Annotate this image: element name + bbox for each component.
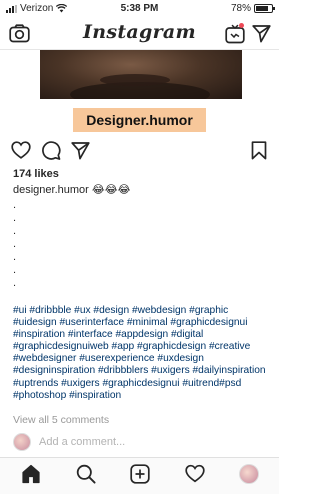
caption-dot: . — [13, 238, 17, 250]
commenter-avatar — [13, 433, 31, 451]
caption-emojis: 😂😂😂 — [91, 184, 131, 196]
battery-fill — [256, 6, 268, 11]
caption-dot: . — [13, 251, 17, 263]
comment-icon[interactable] — [41, 141, 61, 160]
add-post-icon[interactable] — [130, 464, 150, 484]
post-actions — [0, 138, 279, 164]
add-comment-input[interactable]: Add a comment... — [39, 436, 125, 448]
home-icon[interactable] — [21, 464, 41, 484]
status-bar: Verizon 5:38 PM 78% — [0, 0, 279, 18]
direct-message-icon[interactable] — [252, 24, 271, 43]
status-right: 78% — [230, 3, 275, 14]
like-heart-icon[interactable] — [11, 141, 31, 159]
search-icon[interactable] — [76, 464, 96, 484]
app-header: Instagram — [0, 18, 279, 50]
profile-avatar[interactable] — [239, 464, 259, 484]
caption-dot: . — [13, 212, 17, 224]
image-caption-tag: Designer.humor — [73, 108, 206, 132]
post-caption: designer.humor 😂😂😂 — [13, 183, 130, 196]
photo-mouth — [100, 74, 170, 86]
caption-hashtags[interactable]: #ui #dribbble #ux #design #webdesign #gr… — [13, 305, 269, 402]
share-icon[interactable] — [71, 141, 90, 160]
like-count[interactable]: 174 likes — [13, 168, 59, 180]
caption-dot: . — [13, 277, 17, 289]
battery-percent: 78% — [230, 3, 251, 14]
view-comments-link[interactable]: View all 5 comments — [13, 414, 109, 426]
post-photo — [40, 50, 242, 99]
caption-dot: . — [13, 264, 17, 276]
notification-dot — [239, 23, 244, 28]
caption-dots: . . . . . . . — [13, 199, 16, 290]
post-image[interactable]: Designer.humor — [0, 50, 279, 134]
caption-username[interactable]: designer.humor — [13, 184, 89, 196]
add-comment-row[interactable]: Add a comment... — [13, 433, 125, 451]
battery-icon — [254, 4, 275, 13]
caption-dot: . — [13, 199, 17, 211]
caption-dot: . — [13, 225, 17, 237]
bottom-tab-bar — [0, 457, 279, 494]
activity-heart-icon[interactable] — [185, 464, 205, 483]
bookmark-icon[interactable] — [251, 141, 267, 160]
igtv-button[interactable] — [225, 23, 245, 49]
